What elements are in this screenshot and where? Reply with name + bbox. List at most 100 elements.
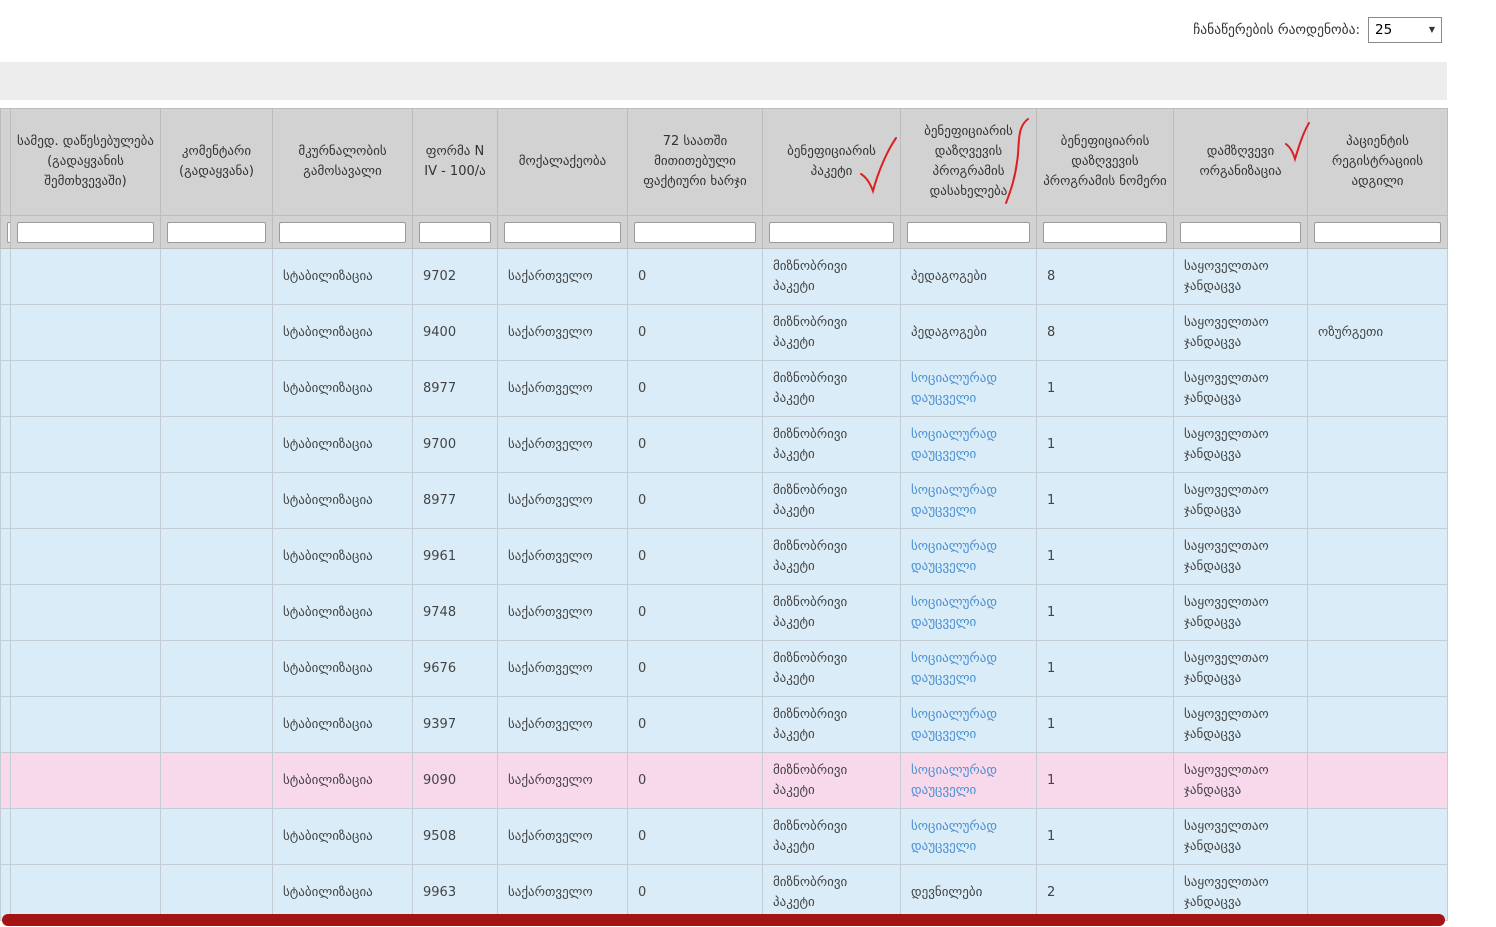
cell-prev-column-sliver xyxy=(1,249,11,305)
cell-insurance-program-number: 1 xyxy=(1037,809,1174,865)
cell-insurance-program-name[interactable]: სოციალურად დაუცველი xyxy=(901,417,1037,473)
cell-insurance-program-name[interactable]: სოციალურად დაუცველი xyxy=(901,753,1037,809)
filter-input-prev-column-sliver[interactable] xyxy=(7,222,11,243)
cell-treatment-outcome: სტაბილიზაცია xyxy=(273,585,413,641)
column-header-citizenship[interactable]: მოქალაქეობა xyxy=(498,109,628,216)
cell-prev-column-sliver xyxy=(1,753,11,809)
cell-medical-institution xyxy=(11,529,161,585)
filter-input-insurance-program-number[interactable] xyxy=(1043,222,1167,243)
table-row[interactable]: სტაბილიზაცია9702საქართველო0მიზნობრივი პა… xyxy=(1,249,1448,305)
table-row[interactable]: სტაბილიზაცია9961საქართველო0მიზნობრივი პა… xyxy=(1,529,1448,585)
column-header-comment-transfer[interactable]: კომენტარი (გადაყვანა) xyxy=(161,109,273,216)
column-header-insurance-program-name[interactable]: ბენეფიციარის დაზღვევის პროგრამის დასახელ… xyxy=(901,109,1037,216)
cell-comment-transfer xyxy=(161,249,273,305)
cell-form-n-iv: 9400 xyxy=(413,305,498,361)
cell-insurance-program-name[interactable]: სოციალურად დაუცველი xyxy=(901,809,1037,865)
filter-input-insurer-organization[interactable] xyxy=(1180,222,1301,243)
cell-citizenship: საქართველო xyxy=(498,305,628,361)
filter-cell-insurance-program-name xyxy=(901,216,1037,249)
cell-insurance-program-name[interactable]: სოციალურად დაუცველი xyxy=(901,529,1037,585)
cell-actual-expense-72h: 0 xyxy=(628,697,763,753)
records-count-label: ჩანაწერების რაოდენობა: xyxy=(1193,22,1360,38)
cell-insurance-program-number: 1 xyxy=(1037,585,1174,641)
cell-beneficiary-package: მიზნობრივი პაკეტი xyxy=(763,809,901,865)
table-row[interactable]: სტაბილიზაცია9090საქართველო0მიზნობრივი პა… xyxy=(1,753,1448,809)
cell-insurance-program-name: დევნილები xyxy=(901,865,1037,921)
filter-input-medical-institution[interactable] xyxy=(17,222,154,243)
horizontal-scrollbar-thumb[interactable] xyxy=(2,914,1445,926)
cell-insurance-program-name[interactable]: სოციალურად დაუცველი xyxy=(901,473,1037,529)
cell-comment-transfer xyxy=(161,473,273,529)
column-header-form-n-iv[interactable]: ფორმა N IV - 100/ა xyxy=(413,109,498,216)
table-row[interactable]: სტაბილიზაცია9400საქართველო0მიზნობრივი პა… xyxy=(1,305,1448,361)
column-header-prev-column-sliver[interactable] xyxy=(1,109,11,216)
cell-beneficiary-package: მიზნობრივი პაკეტი xyxy=(763,361,901,417)
column-header-beneficiary-package[interactable]: ბენეფიციარის პაკეტი xyxy=(763,109,901,216)
cell-form-n-iv: 9508 xyxy=(413,809,498,865)
filter-input-comment-transfer[interactable] xyxy=(167,222,266,243)
patients-table: სამედ. დაწესებულება (გადაყვანის შემთხვევ… xyxy=(0,108,1448,921)
filter-cell-form-n-iv xyxy=(413,216,498,249)
cell-comment-transfer xyxy=(161,641,273,697)
cell-beneficiary-package: მიზნობრივი პაკეტი xyxy=(763,585,901,641)
table-row[interactable]: სტაბილიზაცია8977საქართველო0მიზნობრივი პა… xyxy=(1,473,1448,529)
cell-citizenship: საქართველო xyxy=(498,529,628,585)
table-row[interactable]: სტაბილიზაცია9397საქართველო0მიზნობრივი პა… xyxy=(1,697,1448,753)
cell-treatment-outcome: სტაბილიზაცია xyxy=(273,641,413,697)
cell-insurer-organization: საყოველთაო ჯანდაცვა xyxy=(1174,585,1308,641)
filter-input-insurance-program-name[interactable] xyxy=(907,222,1030,243)
secondary-toolbar xyxy=(0,62,1447,100)
table-row[interactable]: სტაბილიზაცია9676საქართველო0მიზნობრივი პა… xyxy=(1,641,1448,697)
cell-prev-column-sliver xyxy=(1,809,11,865)
cell-treatment-outcome: სტაბილიზაცია xyxy=(273,249,413,305)
table-row[interactable]: სტაბილიზაცია9963საქართველო0მიზნობრივი პა… xyxy=(1,865,1448,921)
table-row[interactable]: სტაბილიზაცია9700საქართველო0მიზნობრივი პა… xyxy=(1,417,1448,473)
column-header-medical-institution[interactable]: სამედ. დაწესებულება (გადაყვანის შემთხვევ… xyxy=(11,109,161,216)
cell-treatment-outcome: სტაბილიზაცია xyxy=(273,473,413,529)
cell-treatment-outcome: სტაბილიზაცია xyxy=(273,361,413,417)
column-header-patient-registration-place[interactable]: პაციენტის რეგისტრაციის ადგილი xyxy=(1308,109,1448,216)
cell-prev-column-sliver xyxy=(1,641,11,697)
cell-insurance-program-name[interactable]: სოციალურად დაუცველი xyxy=(901,361,1037,417)
cell-actual-expense-72h: 0 xyxy=(628,753,763,809)
filter-cell-patient-registration-place xyxy=(1308,216,1448,249)
cell-insurer-organization: საყოველთაო ჯანდაცვა xyxy=(1174,697,1308,753)
cell-treatment-outcome: სტაბილიზაცია xyxy=(273,305,413,361)
column-header-insurance-program-number[interactable]: ბენეფიციარის დაზღვევის პროგრამის ნომერი xyxy=(1037,109,1174,216)
cell-prev-column-sliver xyxy=(1,361,11,417)
filter-input-actual-expense-72h[interactable] xyxy=(634,222,756,243)
column-header-treatment-outcome[interactable]: მკურნალობის გამოსავალი xyxy=(273,109,413,216)
cell-medical-institution xyxy=(11,473,161,529)
cell-insurance-program-name[interactable]: სოციალურად დაუცველი xyxy=(901,697,1037,753)
cell-form-n-iv: 9090 xyxy=(413,753,498,809)
records-per-page-select[interactable]: 25 ▼ xyxy=(1368,17,1442,43)
filter-input-beneficiary-package[interactable] xyxy=(769,222,894,243)
cell-insurance-program-number: 8 xyxy=(1037,249,1174,305)
table-row[interactable]: სტაბილიზაცია8977საქართველო0მიზნობრივი პა… xyxy=(1,361,1448,417)
cell-form-n-iv: 9961 xyxy=(413,529,498,585)
cell-form-n-iv: 8977 xyxy=(413,361,498,417)
cell-insurance-program-name[interactable]: სოციალურად დაუცველი xyxy=(901,585,1037,641)
cell-patient-registration-place xyxy=(1308,249,1448,305)
table-row[interactable]: სტაბილიზაცია9748საქართველო0მიზნობრივი პა… xyxy=(1,585,1448,641)
column-header-actual-expense-72h[interactable]: 72 საათში მითითებული ფაქტიური ხარჯი xyxy=(628,109,763,216)
cell-form-n-iv: 9963 xyxy=(413,865,498,921)
cell-actual-expense-72h: 0 xyxy=(628,641,763,697)
cell-actual-expense-72h: 0 xyxy=(628,529,763,585)
page: ჩანაწერების რაოდენობა: 25 ▼ სამედ. დაწეს… xyxy=(0,0,1496,927)
filter-input-patient-registration-place[interactable] xyxy=(1314,222,1441,243)
filter-input-treatment-outcome[interactable] xyxy=(279,222,406,243)
cell-treatment-outcome: სტაბილიზაცია xyxy=(273,417,413,473)
cell-comment-transfer xyxy=(161,417,273,473)
filter-input-citizenship[interactable] xyxy=(504,222,621,243)
cell-comment-transfer xyxy=(161,753,273,809)
cell-citizenship: საქართველო xyxy=(498,753,628,809)
filter-input-form-n-iv[interactable] xyxy=(419,222,491,243)
cell-insurance-program-name[interactable]: სოციალურად დაუცველი xyxy=(901,641,1037,697)
cell-prev-column-sliver xyxy=(1,305,11,361)
cell-insurance-program-number: 8 xyxy=(1037,305,1174,361)
cell-beneficiary-package: მიზნობრივი პაკეტი xyxy=(763,753,901,809)
table-row[interactable]: სტაბილიზაცია9508საქართველო0მიზნობრივი პა… xyxy=(1,809,1448,865)
column-header-insurer-organization[interactable]: დამზღვევი ორგანიზაცია xyxy=(1174,109,1308,216)
cell-prev-column-sliver xyxy=(1,529,11,585)
